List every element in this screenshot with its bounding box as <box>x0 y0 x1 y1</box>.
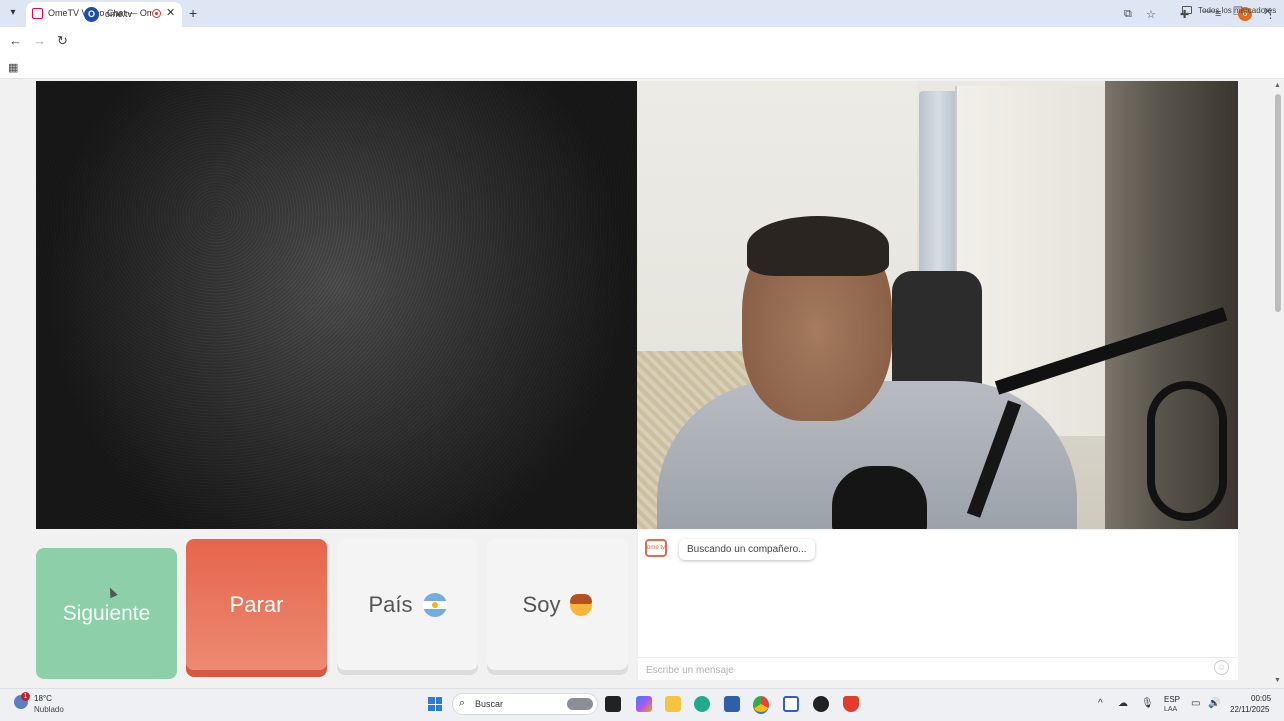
clock-date[interactable]: 22/11/2025 <box>1230 705 1269 714</box>
omnibox[interactable] <box>78 30 1170 53</box>
file-explorer-icon[interactable] <box>665 696 681 712</box>
folder-icon[interactable] <box>1182 6 1192 14</box>
obs-icon[interactable] <box>813 696 829 712</box>
country-button[interactable]: País <box>337 539 478 670</box>
url-text[interactable]: ome.tv <box>105 9 132 19</box>
scrollbar-thumb[interactable] <box>1275 94 1281 312</box>
scroll-down-icon[interactable]: ▼ <box>1274 677 1281 684</box>
brave-icon[interactable] <box>843 696 859 712</box>
emoji-icon[interactable]: ☺ <box>1214 660 1229 675</box>
language-indicator[interactable]: ESP <box>1164 695 1180 704</box>
partner-video <box>36 81 637 529</box>
stop-button[interactable]: Parar <box>186 539 327 670</box>
scroll-up-icon[interactable]: ▲ <box>1274 82 1281 89</box>
copilot-icon[interactable] <box>636 696 652 712</box>
tab-strip: ▾ OmeTV Video Chat — Ome ✕ + — ❐ ✕ <box>0 0 1284 27</box>
taskbar-search-label: Buscar <box>475 699 504 709</box>
self-video <box>637 81 1238 529</box>
new-tab-button[interactable]: + <box>189 5 197 21</box>
ometv-logo-icon: ome tv <box>645 539 667 557</box>
stop-button-label: Parar <box>229 591 284 617</box>
close-tab-icon[interactable]: ✕ <box>166 6 175 19</box>
ometv-favicon <box>32 8 43 19</box>
show-hidden-icons-icon[interactable]: ^ <box>1098 698 1103 709</box>
chrome-icon[interactable] <box>753 696 769 714</box>
bookmark-folder-label[interactable]: Todos los marcadores <box>1198 6 1276 15</box>
microphone <box>832 466 927 529</box>
recording-indicator-icon <box>152 9 161 18</box>
weather-badge: 1 <box>21 692 30 701</box>
back-icon[interactable]: ← <box>9 33 22 48</box>
network-icon[interactable]: ▭ <box>1191 698 1200 709</box>
task-view-icon[interactable] <box>605 696 621 712</box>
gender-button-label: Soy <box>522 591 561 617</box>
microphone-icon[interactable]: 🎙 <box>1141 698 1154 709</box>
tab-title: OmeTV Video Chat — Ome <box>48 8 152 18</box>
reload-icon[interactable]: ↻ <box>57 33 68 49</box>
tab-search-icon[interactable]: ▾ <box>6 6 20 20</box>
country-button-label: País <box>368 591 413 617</box>
forward-icon[interactable]: → <box>33 33 46 48</box>
boy-emoji-icon <box>570 593 593 616</box>
chat-status-message: Buscando un compañero... <box>679 539 815 560</box>
argentina-flag-icon <box>422 592 447 617</box>
app-icon[interactable] <box>783 696 799 712</box>
language-layout[interactable]: LAA <box>1164 706 1177 713</box>
next-button[interactable]: Siguiente <box>36 548 177 679</box>
next-button-label: Siguiente <box>62 601 151 625</box>
clock-time[interactable]: 00:05 <box>1251 694 1271 703</box>
message-input[interactable] <box>644 661 1208 679</box>
cloud-icon[interactable]: ☁ <box>1118 698 1128 709</box>
search-highlight-icon <box>567 698 593 710</box>
weather-description[interactable]: Nublado <box>34 705 64 714</box>
weather-temperature[interactable]: 18°C <box>34 694 52 703</box>
toolbar: ← → ↻ <box>0 27 1284 56</box>
volume-icon[interactable]: 🔊 <box>1208 698 1220 709</box>
headphones <box>1147 381 1227 521</box>
person-hair <box>747 216 889 276</box>
chat-input-bar <box>638 657 1238 680</box>
bookmarks-bar: ▦ <box>0 56 1284 79</box>
apps-icon[interactable]: ▦ <box>8 61 18 74</box>
store-icon[interactable] <box>724 696 740 712</box>
search-icon: ⌕ <box>459 697 466 709</box>
browser-tab[interactable]: OmeTV Video Chat — Ome ✕ <box>26 2 182 27</box>
gender-button[interactable]: Soy <box>487 539 628 670</box>
edge-icon[interactable] <box>694 696 710 712</box>
star-icon[interactable]: ☆ <box>1146 8 1156 21</box>
site-info-icon[interactable]: O <box>84 7 99 22</box>
start-button-icon[interactable] <box>428 697 442 711</box>
install-icon[interactable]: ⧉ <box>1124 8 1132 21</box>
